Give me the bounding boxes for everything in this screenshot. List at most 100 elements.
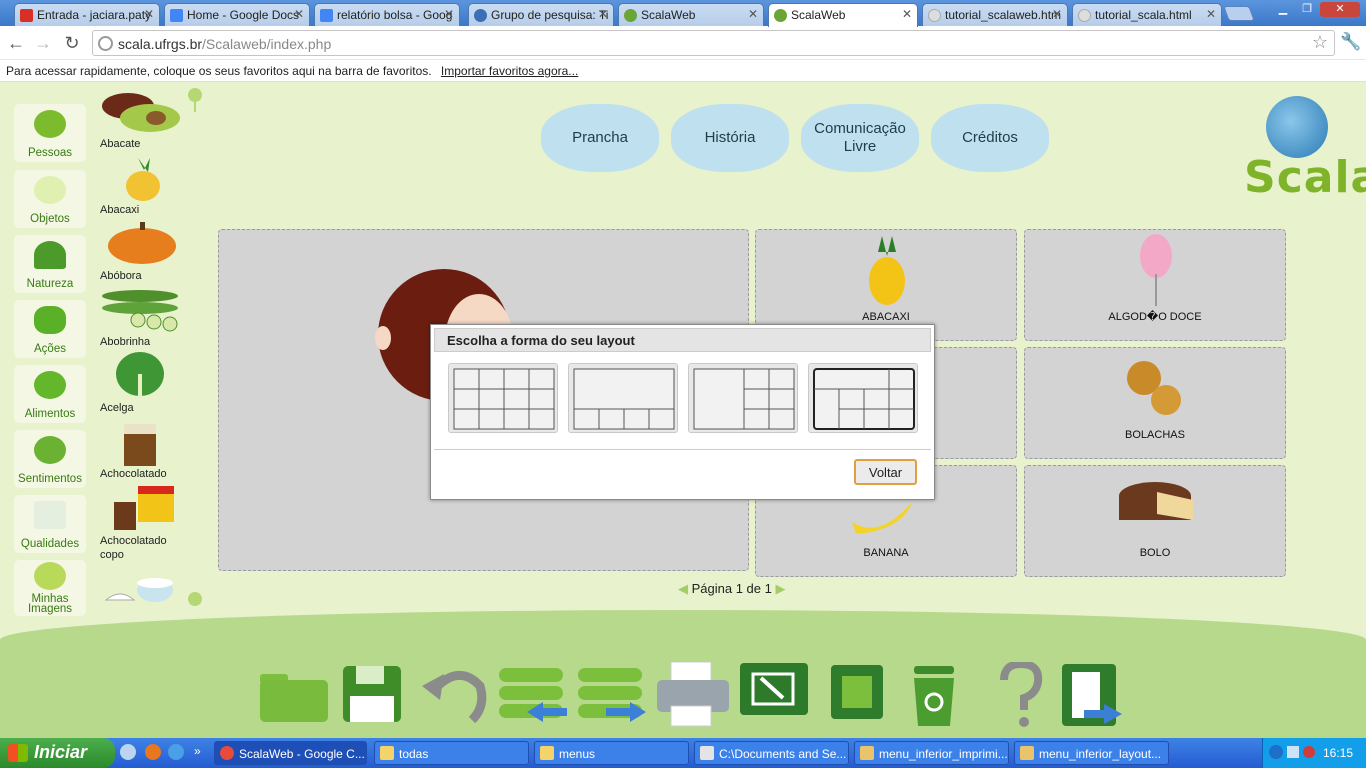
browser-tab[interactable]: Grupo de pesquisa: Ti ✕ (468, 3, 614, 26)
menu-prancha[interactable]: Prancha (541, 104, 659, 172)
trash-icon[interactable] (908, 662, 980, 728)
category-pessoas[interactable]: Pessoas (14, 104, 86, 162)
address-bar[interactable]: scala.ufrgs.br/Scalaweb/index.php ☆ (92, 30, 1335, 56)
layout-option-main-right[interactable] (688, 363, 798, 433)
close-tab-icon[interactable]: ✕ (444, 7, 454, 21)
undo-icon[interactable] (422, 662, 494, 728)
bordered-layout-icon (813, 368, 915, 430)
close-tab-icon[interactable]: ✕ (294, 7, 304, 21)
browser-tab[interactable]: tutorial_scala.html ✕ (1072, 3, 1222, 26)
exit-icon[interactable] (1060, 662, 1132, 728)
save-icon[interactable] (342, 662, 414, 728)
windows-logo-icon (8, 744, 28, 762)
firefox-icon[interactable] (145, 744, 161, 760)
pineapple-image (100, 154, 180, 202)
layout-option-grid[interactable] (448, 363, 558, 433)
tray-expand-icon[interactable] (1269, 745, 1283, 759)
scroll-down-dot[interactable] (188, 592, 202, 606)
clock[interactable]: 16:15 (1323, 746, 1353, 760)
bookmark-star-icon[interactable]: ☆ (1312, 32, 1328, 53)
cotton-candy-image (1140, 234, 1172, 306)
forward-icon[interactable]: → (32, 32, 54, 54)
close-tab-icon[interactable]: ✕ (1206, 7, 1216, 21)
quicklaunch-icon[interactable] (120, 744, 136, 760)
running-person-icon (34, 306, 66, 334)
main-bottom-layout-icon (573, 368, 675, 430)
layout-option-main-bottom[interactable] (568, 363, 678, 433)
layout-option-bordered[interactable] (808, 363, 918, 433)
dialog-title: Escolha a forma do seu layout (434, 328, 931, 352)
cake-image (1119, 482, 1193, 520)
print-icon[interactable] (655, 661, 729, 728)
plant-icon (34, 241, 66, 269)
cookies-image (1127, 361, 1181, 415)
maximize-icon[interactable]: ❐ (1296, 2, 1318, 17)
previous-board-icon[interactable] (497, 662, 569, 728)
new-tab-button[interactable] (1223, 6, 1255, 21)
more-quicklaunch-icon[interactable]: » (194, 744, 201, 758)
docs-icon (320, 9, 333, 22)
close-tab-icon[interactable]: ✕ (902, 7, 912, 21)
category-objetos[interactable]: Objetos (14, 170, 86, 228)
bookmarks-bar: Para acessar rapidamente, coloque os seu… (0, 60, 1366, 82)
next-board-icon[interactable] (576, 662, 648, 728)
menu-creditos[interactable]: Créditos (931, 104, 1049, 172)
taskbar-item[interactable]: ScalaWeb - Google C... (214, 741, 367, 765)
group-icon (474, 9, 487, 22)
next-page-icon[interactable]: ▶ (775, 581, 785, 596)
close-window-icon[interactable]: ✕ (1320, 2, 1360, 17)
close-tab-icon[interactable]: ✕ (1052, 7, 1062, 21)
sugar-bowl-image (100, 570, 180, 618)
import-bookmarks-link[interactable]: Importar favoritos agora... (441, 64, 578, 78)
notepad-icon (700, 746, 714, 760)
pineapple-image (869, 236, 905, 305)
wrench-icon[interactable]: 🔧 (1340, 32, 1361, 52)
taskbar-item[interactable]: C:\Documents and Se... (694, 741, 849, 765)
category-acoes[interactable]: Ações (14, 300, 86, 358)
browser-tab[interactable]: relatório bolsa - Goog ✕ (314, 3, 460, 26)
paint-icon (1020, 746, 1034, 760)
category-qualidades[interactable]: Qualidades (14, 495, 86, 553)
close-tab-icon[interactable]: ✕ (598, 7, 608, 21)
zucchini-image (100, 286, 180, 334)
help-icon[interactable] (996, 659, 1068, 728)
internet-explorer-icon[interactable] (168, 744, 184, 760)
export-icon[interactable] (739, 662, 811, 728)
dialog-divider (434, 449, 931, 450)
reload-icon[interactable]: ↻ (61, 32, 83, 54)
back-button[interactable]: Voltar (854, 459, 917, 485)
browser-tab[interactable]: ScalaWeb ✕ (618, 3, 764, 26)
start-button[interactable]: Iniciar (0, 738, 115, 768)
board-card[interactable]: ALGOD�O DOCE (1024, 229, 1286, 341)
taskbar-item[interactable]: menus (534, 741, 689, 765)
category-minhas-imagens[interactable]: Minhas Imagens (14, 560, 86, 616)
windows-taskbar: Iniciar » ScalaWeb - Google C... todas m… (0, 738, 1366, 768)
board-card[interactable]: BOLO (1024, 465, 1286, 577)
close-tab-icon[interactable]: ✕ (144, 7, 154, 21)
category-natureza[interactable]: Natureza (14, 235, 86, 293)
browser-tab-active[interactable]: ScalaWeb ✕ (768, 3, 918, 27)
taskbar-item[interactable]: menu_inferior_layout... (1014, 741, 1169, 765)
back-icon[interactable]: ← (5, 32, 27, 54)
browser-tab[interactable]: Entrada - jaciara.paty ✕ (14, 3, 160, 26)
previous-page-icon[interactable]: ◀ (678, 581, 688, 596)
network-icon[interactable] (1287, 746, 1299, 758)
slideshow-icon[interactable] (830, 662, 902, 728)
menu-historia[interactable]: História (671, 104, 789, 172)
browser-tab[interactable]: Home - Google Docs ✕ (164, 3, 310, 26)
antivirus-icon[interactable] (1303, 746, 1315, 758)
taskbar-item[interactable]: todas (374, 741, 529, 765)
chocolate-milk-cup-image (100, 484, 180, 532)
docs-icon (170, 9, 183, 22)
url-text: scala.ufrgs.br/Scalaweb/index.php (118, 36, 332, 52)
open-folder-icon[interactable] (258, 662, 330, 728)
minimize-icon[interactable]: ▁ (1272, 2, 1294, 17)
browser-tab[interactable]: tutorial_scalaweb.htm ✕ (922, 3, 1068, 26)
close-tab-icon[interactable]: ✕ (748, 7, 758, 21)
category-sentimentos[interactable]: Sentimentos (14, 430, 86, 488)
board-card[interactable]: BOLACHAS (1024, 347, 1286, 459)
category-alimentos[interactable]: Alimentos (14, 365, 86, 423)
bookmarks-hint: Para acessar rapidamente, coloque os seu… (6, 64, 432, 78)
menu-comunicacao-livre[interactable]: Comunicação Livre (801, 104, 919, 172)
taskbar-item[interactable]: menu_inferior_imprimi... (854, 741, 1009, 765)
